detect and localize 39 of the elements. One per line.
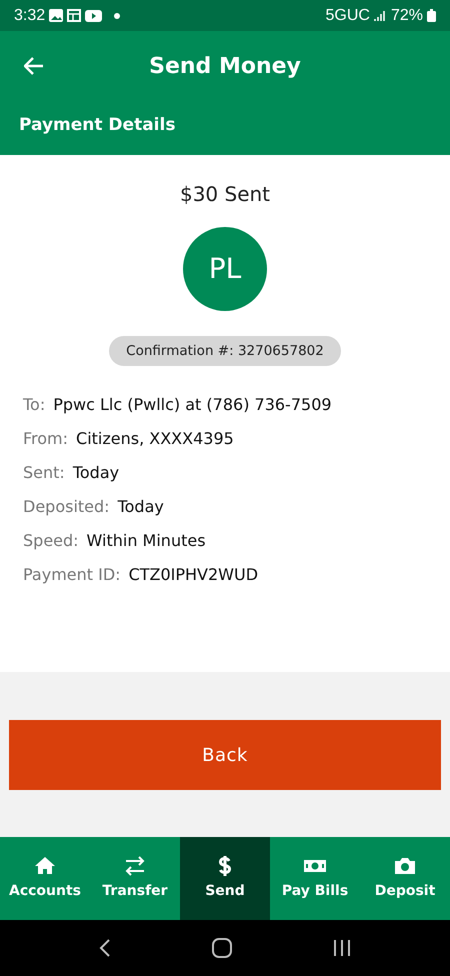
battery-icon <box>427 9 436 22</box>
detail-value: Citizens, XXXX4395 <box>76 429 234 448</box>
confirmation-badge: Confirmation #: 3270657802 <box>109 336 341 366</box>
back-arrow-icon[interactable] <box>24 57 44 75</box>
camera-icon <box>394 855 416 877</box>
battery-label: 72% <box>390 6 423 26</box>
detail-label: Deposited: <box>23 497 110 516</box>
back-nav-icon[interactable] <box>98 938 111 958</box>
signal-icon <box>374 9 387 22</box>
detail-value: Within Minutes <box>86 531 206 550</box>
gallery-icon <box>49 9 64 22</box>
home-nav-icon[interactable] <box>212 938 232 958</box>
nav-tab[interactable]: Deposit <box>360 837 450 920</box>
video-icon <box>85 10 102 22</box>
detail-label: From: <box>23 429 68 448</box>
back-button[interactable]: Back <box>9 720 441 790</box>
nav-tab[interactable]: Accounts <box>0 837 90 920</box>
detail-label: To: <box>23 395 46 414</box>
dot-icon <box>114 12 120 18</box>
detail-label: Sent: <box>23 463 65 482</box>
transfer-arrows-icon <box>124 855 146 877</box>
avatar: PL <box>183 227 267 311</box>
detail-value: Ppwc Llc (Pwllc) at (786) 736-7509 <box>53 395 332 414</box>
detail-label: Speed: <box>23 531 79 550</box>
recents-nav-icon[interactable] <box>333 939 352 957</box>
calendar-icon <box>67 9 82 22</box>
section-title: Payment Details <box>19 114 176 138</box>
nav-tab[interactable]: Pay Bills <box>270 837 360 920</box>
nav-tab[interactable]: Send <box>180 837 270 920</box>
detail-label: Payment ID: <box>23 565 121 584</box>
detail-value: Today <box>118 497 164 516</box>
detail-value: CTZ0IPHV2WUD <box>128 565 258 584</box>
amount-sent: $30 Sent <box>180 181 270 208</box>
nav-tab[interactable]: Transfer <box>90 837 180 920</box>
status-time: 3:32 <box>14 6 46 26</box>
detail-value: Today <box>72 463 120 482</box>
screen-title: Send Money <box>148 52 302 80</box>
network-label: 5GUC <box>326 6 370 26</box>
home-icon <box>34 855 56 877</box>
